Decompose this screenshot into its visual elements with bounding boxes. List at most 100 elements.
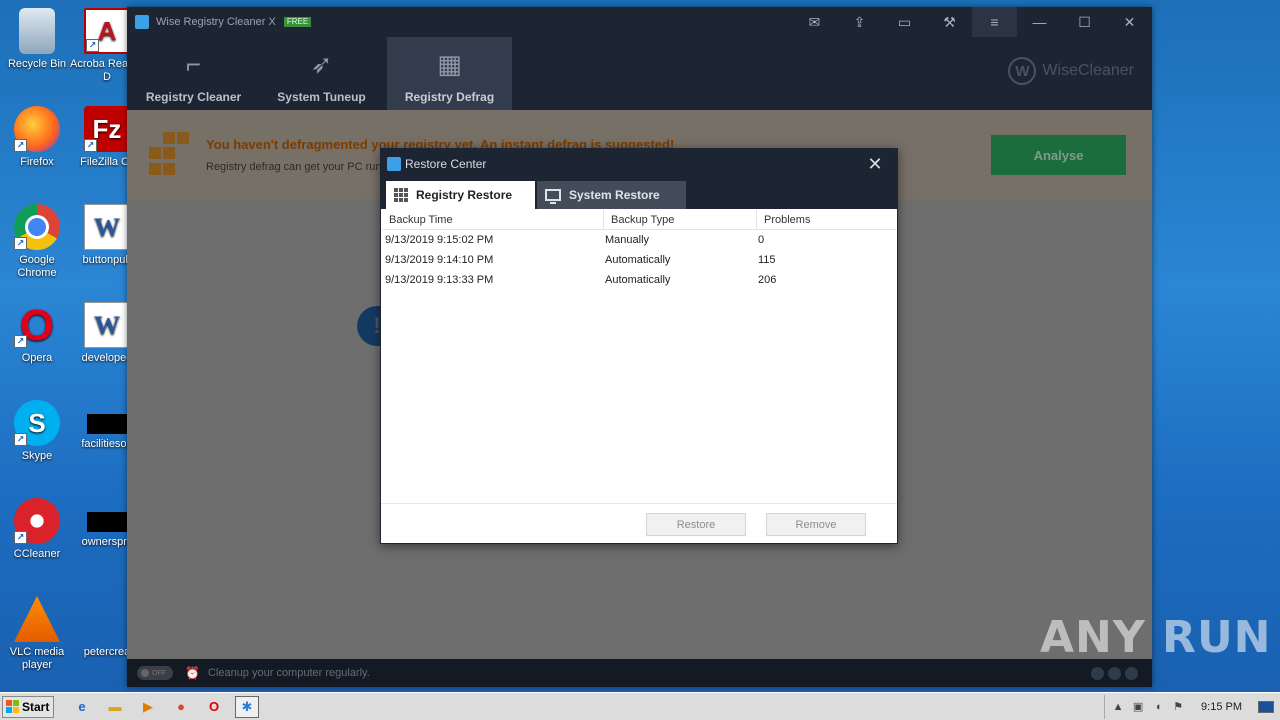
upgrade-icon[interactable]: ⇪ [837,7,882,37]
tab-label: System Restore [569,188,660,202]
clock[interactable]: 9:15 PM [1201,701,1242,713]
restore-center-dialog: Restore Center ✕ Registry Restore System… [380,148,898,544]
table-row[interactable]: 9/13/2019 9:13:33 PM Automatically 206 [382,270,896,290]
rocket-icon: ➶ [310,48,333,79]
desktop-icon-chrome[interactable]: ↗ Google Chrome [0,204,74,280]
desktop-icon-vlc[interactable]: VLC media player [0,596,74,672]
app-titlebar[interactable]: Wise Registry Cleaner X FREE ✉ ⇪ ▭ ⚒ ≡ —… [127,7,1152,37]
analyse-button[interactable]: Analyse [991,135,1126,175]
banner-subtitle: Registry defrag can get your PC run [206,161,382,173]
wisecleaner-logo: W WiseCleaner [1008,57,1134,85]
opera-icon[interactable]: O [202,696,226,718]
start-label: Start [22,699,50,714]
nav-tab-label: System Tuneup [277,90,366,104]
opera-icon: O ↗ [14,302,60,348]
wise-registry-cleaner-icon[interactable]: ✱ [235,695,259,718]
dialog-titlebar[interactable]: Restore Center ✕ [381,149,897,179]
desktop-icon-opera[interactable]: O ↗ Opera [0,302,74,365]
firefox-icon: ↗ [14,106,60,152]
chrome-icon[interactable]: ● [169,696,193,718]
email-icon[interactable] [1091,666,1104,680]
auto-clean-toggle[interactable]: OFF [137,666,173,680]
brand-text: WiseCleaner [1042,62,1134,79]
dialog-footer: Restore Remove [381,503,897,543]
shortcut-arrow-icon: ↗ [14,335,27,348]
start-button[interactable]: Start [2,695,54,718]
desktop-icon-skype[interactable]: S ↗ Skype [0,400,74,463]
recycle-bin-icon [19,8,55,54]
remove-button[interactable]: Remove [766,513,866,536]
show-desktop-button[interactable] [1258,700,1274,713]
backup-type-cell: Manually [605,234,650,246]
ccleaner-icon: ↗ [14,498,60,544]
skype-icon: S ↗ [14,400,60,446]
app-logo-icon [135,15,149,29]
shortcut-arrow-icon: ↗ [14,531,27,544]
file-icon [87,512,127,532]
desktop-icon-firefox[interactable]: ↗ Firefox [0,106,74,169]
desktop-icon-label: Google Chrome [17,254,57,279]
backup-time-cell: 9/13/2019 9:13:33 PM [385,274,494,286]
shortcut-arrow-icon: ↗ [14,139,27,152]
volume-icon[interactable]: ◖ [1151,700,1165,714]
folder-icon[interactable]: ▬ [103,696,127,718]
show-hidden-icons-icon[interactable]: ▲ [1111,700,1125,714]
internet-explorer-icon[interactable]: e [70,696,94,718]
close-icon[interactable]: ✕ [853,154,897,175]
feedback-icon[interactable]: ▭ [882,7,927,37]
chrome-icon: ↗ [14,204,60,250]
problems-cell: 0 [758,234,765,246]
desktop-icon-label: petercrea [83,646,131,658]
backup-type-cell: Automatically [605,274,671,286]
file-icon [84,596,130,642]
close-icon[interactable]: ✕ [1107,7,1152,37]
desktop-icon-label: FileZilla Cli [80,156,134,168]
free-badge: FREE [283,17,312,27]
media-player-icon[interactable]: ▶ [136,696,160,718]
backup-table: Backup Time Backup Type Problems 9/13/20… [382,210,896,290]
nav-tab-registry-cleaner[interactable]: ⌐ Registry Cleaner [131,37,256,110]
nav-tab-registry-defrag[interactable]: ▦ Registry Defrag [387,37,512,110]
app-nav: ⌐ Registry Cleaner ➶ System Tuneup ▦ Reg… [127,37,1152,110]
menu-icon[interactable]: ≡ [972,7,1017,37]
grid-icon [394,188,408,202]
shortcut-arrow-icon: ↗ [14,433,27,446]
column-header-problems[interactable]: Problems [757,210,896,229]
facebook-icon[interactable] [1125,666,1138,680]
column-header-backup-time[interactable]: Backup Time [382,210,604,229]
minimize-icon[interactable]: — [1017,7,1062,37]
tools-icon[interactable]: ⚒ [927,7,972,37]
action-center-flag-icon[interactable]: ⚑ [1171,700,1185,714]
tab-registry-restore[interactable]: Registry Restore [386,181,535,209]
app-title: Wise Registry Cleaner X FREE [135,15,312,29]
desktop-icon-recycle-bin[interactable]: Recycle Bin [0,8,74,71]
word-document-icon: W [84,302,130,348]
windows-logo-icon [6,700,19,713]
table-row[interactable]: 9/13/2019 9:15:02 PM Manually 0 [382,230,896,250]
status-text: Cleanup your computer regularly. [207,667,370,679]
table-row[interactable]: 9/13/2019 9:14:10 PM Automatically 115 [382,250,896,270]
file-icon [87,414,127,434]
monitor-icon [545,189,561,204]
shortcut-arrow-icon: ↗ [84,139,97,152]
problems-cell: 115 [758,254,776,266]
tab-system-restore[interactable]: System Restore [537,181,686,209]
filezilla-icon: Fz ↗ [84,106,130,152]
shortcut-arrow-icon: ↗ [14,237,27,250]
maximize-icon[interactable]: ☐ [1062,7,1107,37]
twitter-icon[interactable] [1108,666,1121,680]
nav-tab-system-tuneup[interactable]: ➶ System Tuneup [259,37,384,110]
app-statusbar: OFF ⏰ Cleanup your computer regularly. [127,659,1152,687]
dialog-title: Restore Center [405,157,487,171]
problems-cell: 206 [758,274,777,286]
desktop-icon-ccleaner[interactable]: ↗ CCleaner [0,498,74,561]
restore-button[interactable]: Restore [646,513,746,536]
acrobat-reader-icon: A ↗ [84,8,130,54]
desktop-icon-label: developed [81,352,133,364]
network-icon[interactable]: ▣ [1131,700,1145,714]
app-title-text: Wise Registry Cleaner X [156,16,276,28]
system-tray: ▲ ▣ ◖ ⚑ 9:15 PM [1104,694,1280,719]
table-header: Backup Time Backup Type Problems [382,210,896,230]
column-header-backup-type[interactable]: Backup Type [604,210,757,229]
mail-icon[interactable]: ✉ [792,7,837,37]
